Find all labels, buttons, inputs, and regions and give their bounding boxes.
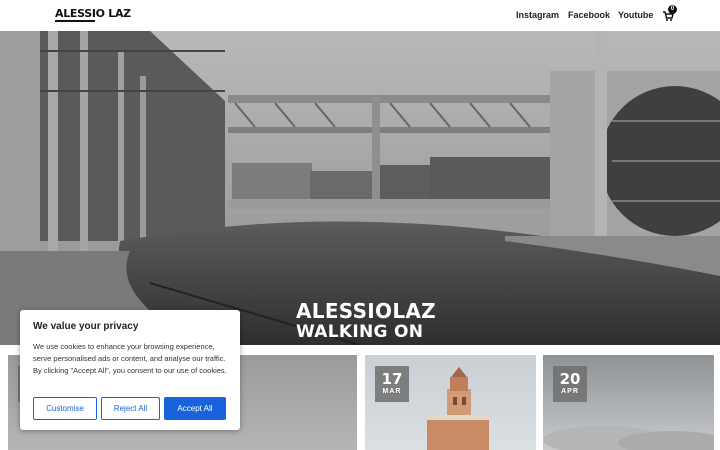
accept-all-button[interactable]: Accept All — [164, 397, 226, 420]
site-header: ALESSIO LAZ Instagram Facebook Youtube 0 — [0, 0, 720, 31]
nav-facebook[interactable]: Facebook — [568, 10, 610, 20]
post-card[interactable]: 20 APR — [543, 355, 714, 450]
customise-button[interactable]: Customise — [33, 397, 97, 420]
hero-photo — [0, 31, 720, 345]
hero-title: ALESSIOLAZ — [296, 299, 436, 323]
hero-subtitle: WALKING ON — [296, 322, 424, 342]
cookie-description: We use cookies to enhance your browsing … — [33, 342, 227, 375]
logo-underline — [55, 20, 95, 22]
hero-banner: ALESSIOLAZ WALKING ON — [0, 31, 720, 345]
post-date-badge: 17 MAR — [375, 366, 409, 402]
site-logo[interactable]: ALESSIO LAZ — [55, 7, 131, 20]
post-date-day: 17 — [381, 370, 403, 388]
post-date-month: MAR — [382, 388, 402, 395]
nav-instagram[interactable]: Instagram — [516, 10, 559, 20]
cookie-consent-banner: We value your privacy We use cookies to … — [20, 310, 240, 430]
nav-youtube[interactable]: Youtube — [618, 10, 653, 20]
post-date-month: APR — [561, 388, 579, 395]
post-card[interactable]: 17 MAR — [365, 355, 536, 450]
post-date-badge: 20 APR — [553, 366, 587, 402]
reject-all-button[interactable]: Reject All — [101, 397, 160, 420]
post-date-day: 20 — [559, 370, 581, 388]
cookie-title: We value your privacy — [33, 321, 139, 332]
cart-count-badge: 0 — [668, 5, 677, 14]
